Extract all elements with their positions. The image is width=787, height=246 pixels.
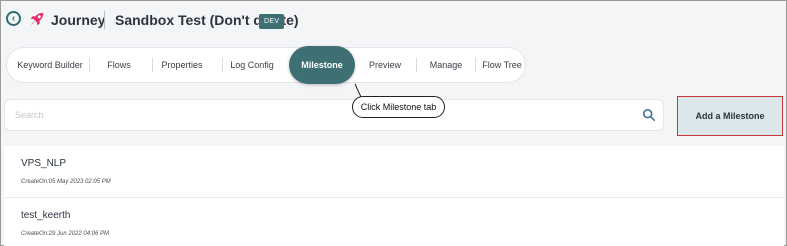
tab-keyword-builder[interactable]: Keyword Builder (15, 48, 85, 82)
app-frame: ‹ Journey Sandbox Test (Don't delete) DE… (0, 0, 787, 246)
app-name: Journey (51, 12, 106, 28)
tab-flows[interactable]: Flows (99, 48, 139, 82)
milestone-name: VPS_NLP (21, 158, 67, 169)
tab-flow-tree[interactable]: Flow Tree (480, 48, 524, 82)
tab-divider (152, 58, 153, 72)
list-item[interactable]: VPS_NLP CreateOn:05 May 2023 02:05 PM (4, 146, 784, 198)
milestone-name: test_keerth (21, 210, 71, 221)
tab-preview[interactable]: Preview (363, 48, 407, 82)
search-icon[interactable] (642, 108, 656, 122)
tab-log-config[interactable]: Log Config (227, 48, 277, 82)
env-badge: DEV (259, 14, 285, 29)
header: ‹ Journey Sandbox Test (Don't delete) DE… (1, 1, 786, 41)
tab-divider (416, 58, 417, 72)
search-placeholder: Search (15, 110, 44, 120)
back-icon[interactable]: ‹ (6, 11, 21, 26)
tab-milestone[interactable]: Milestone (289, 46, 355, 84)
tab-divider (89, 58, 90, 72)
tab-properties[interactable]: Properties (157, 48, 207, 82)
tab-bar: Keyword Builder Flows Properties Log Con… (6, 46, 526, 84)
callout-annotation: Click Milestone tab (352, 96, 445, 118)
milestone-list: VPS_NLP CreateOn:05 May 2023 02:05 PM te… (4, 146, 784, 246)
milestone-created-date: CreateOn:29 Jun 2022 04:06 PM (21, 231, 110, 237)
search-input[interactable]: Search (4, 99, 664, 131)
tab-manage[interactable]: Manage (424, 48, 468, 82)
tab-divider (475, 58, 476, 72)
milestone-created-date: CreateOn:05 May 2023 02:05 PM (21, 179, 111, 185)
header-divider (104, 11, 105, 29)
add-milestone-button[interactable]: Add a Milestone (677, 96, 783, 136)
tab-divider (222, 58, 223, 72)
list-item[interactable]: test_keerth CreateOn:29 Jun 2022 04:06 P… (4, 198, 784, 246)
rocket-icon (30, 12, 44, 26)
